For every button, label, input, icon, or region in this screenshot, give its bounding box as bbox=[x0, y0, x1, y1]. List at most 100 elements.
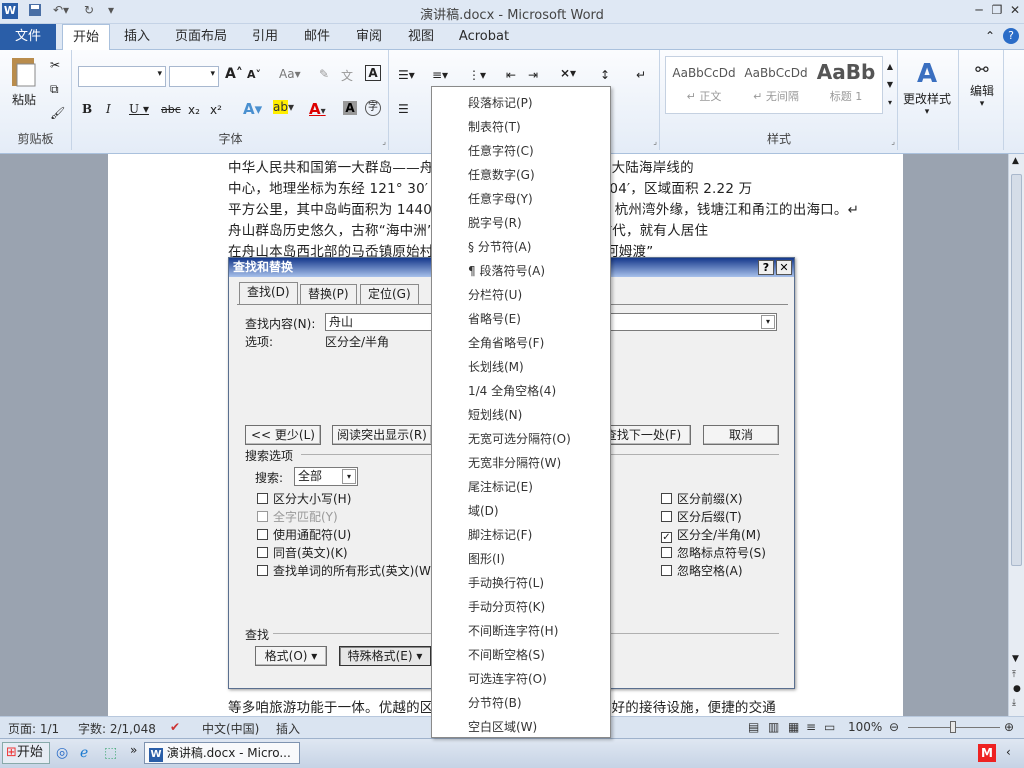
superscript-button[interactable]: x² bbox=[210, 103, 222, 117]
format-button[interactable]: 格式(O) ▾ bbox=[255, 646, 327, 666]
clear-format-icon[interactable]: ✎ bbox=[319, 67, 329, 81]
paragraph-dialog-launcher[interactable]: ⌟ bbox=[653, 137, 657, 146]
tab-file[interactable]: 文件 bbox=[0, 24, 56, 50]
less-button[interactable]: << 更少(L) bbox=[245, 425, 321, 445]
help-icon[interactable]: ? bbox=[1003, 28, 1019, 44]
special-menu-item[interactable]: ¶ 段落符号(A) bbox=[468, 262, 545, 279]
font-name-combo[interactable]: ▾ bbox=[78, 66, 166, 87]
tab-page-layout[interactable]: 页面布局 bbox=[170, 24, 232, 50]
quicklaunch-icon[interactable]: ◎ bbox=[56, 745, 68, 761]
restore-button[interactable]: ❐ bbox=[988, 2, 1006, 18]
match-prefix-checkbox[interactable]: 区分前缀(X) bbox=[661, 490, 743, 507]
special-menu-item[interactable]: 可选连字符(O) bbox=[468, 670, 547, 687]
special-menu-item[interactable]: 尾注标记(E) bbox=[468, 478, 533, 495]
char-shading-button[interactable]: A bbox=[343, 101, 357, 115]
tab-acrobat[interactable]: Acrobat bbox=[452, 24, 516, 50]
chinese-layout-icon[interactable]: ⨯▾ bbox=[560, 66, 576, 80]
special-menu-item[interactable]: 脚注标记(F) bbox=[468, 526, 532, 543]
special-menu-item[interactable]: 空白区域(W) bbox=[468, 718, 537, 735]
zoom-level[interactable]: 100% bbox=[848, 720, 882, 734]
browse-object-icon[interactable]: ● bbox=[1013, 684, 1021, 694]
ignore-punctuation-checkbox[interactable]: 忽略标点符号(S) bbox=[661, 544, 766, 561]
tab-insert[interactable]: 插入 bbox=[116, 24, 158, 50]
dialog-close-button[interactable]: ✕ bbox=[776, 260, 792, 275]
insert-mode[interactable]: 插入 bbox=[276, 720, 300, 737]
word-count[interactable]: 字数: 2/1,048 bbox=[78, 720, 156, 737]
match-case-checkbox[interactable]: 区分大小写(H) bbox=[257, 490, 351, 507]
font-dialog-launcher[interactable]: ⌟ bbox=[382, 137, 386, 146]
outline-icon[interactable]: ≡ bbox=[806, 720, 816, 734]
sort-icon[interactable]: ↕ bbox=[600, 68, 610, 82]
font-size-combo[interactable]: ▾ bbox=[169, 66, 219, 87]
special-menu-item[interactable]: 省略号(E) bbox=[468, 310, 521, 327]
vertical-scrollbar[interactable]: ▲ ▼ ⤒ ● ⤓ bbox=[1008, 154, 1024, 716]
paste-button[interactable]: 粘贴 bbox=[6, 54, 42, 114]
whole-word-checkbox[interactable]: 全字匹配(Y) bbox=[257, 508, 338, 525]
full-screen-icon[interactable]: ▥ bbox=[768, 720, 779, 734]
tab-home[interactable]: 开始 bbox=[62, 24, 110, 51]
tab-mailings[interactable]: 邮件 bbox=[296, 24, 338, 50]
cut-icon[interactable]: ✂ bbox=[50, 58, 60, 72]
next-page-icon[interactable]: ⤓ bbox=[1012, 698, 1016, 708]
special-menu-item[interactable]: 无宽非分隔符(W) bbox=[468, 454, 561, 471]
match-width-checkbox[interactable]: ✓ 区分全/半角(M) bbox=[661, 526, 761, 543]
ignore-space-checkbox[interactable]: 忽略空格(A) bbox=[661, 562, 743, 579]
special-menu-item[interactable]: 任意字符(C) bbox=[468, 142, 534, 159]
special-menu-item[interactable]: 分节符(B) bbox=[468, 694, 522, 711]
cancel-button[interactable]: 取消 bbox=[703, 425, 779, 445]
quicklaunch-icon-2[interactable]: ⬚ bbox=[104, 745, 117, 761]
multilevel-icon[interactable]: ⋮▾ bbox=[468, 68, 486, 82]
tab-view[interactable]: 视图 bbox=[400, 24, 442, 50]
special-menu-item[interactable]: 手动分页符(K) bbox=[468, 598, 545, 615]
special-menu-item[interactable]: 手动换行符(L) bbox=[468, 574, 544, 591]
styles-scroll-icon[interactable]: ▲ ▼ ▾ bbox=[885, 58, 895, 112]
special-menu-item[interactable]: 全角省略号(F) bbox=[468, 334, 544, 351]
special-menu-item[interactable]: 制表符(T) bbox=[468, 118, 521, 135]
char-border-button[interactable]: A bbox=[365, 65, 381, 81]
change-styles-button[interactable]: A 更改样式 ▾ bbox=[900, 58, 954, 117]
tab-replace[interactable]: 替换(P) bbox=[300, 284, 357, 304]
styles-dialog-launcher[interactable]: ⌟ bbox=[891, 137, 895, 146]
tab-find[interactable]: 查找(D) bbox=[239, 282, 298, 305]
scroll-down-icon[interactable]: ▼ bbox=[1012, 654, 1019, 664]
search-direction-dropdown-icon[interactable]: ▾ bbox=[342, 469, 356, 484]
align-left-icon[interactable]: ☰ bbox=[398, 102, 409, 116]
draft-icon[interactable]: ▭ bbox=[824, 720, 835, 734]
font-color-button[interactable]: A▾ bbox=[309, 100, 326, 118]
tab-goto[interactable]: 定位(G) bbox=[360, 284, 419, 304]
increase-indent-icon[interactable]: ⇥ bbox=[528, 68, 538, 82]
special-menu-item[interactable]: 长划线(M) bbox=[468, 358, 524, 375]
taskbar-word-window[interactable]: W 演讲稿.docx - Micro... bbox=[144, 742, 300, 764]
style-normal[interactable]: AaBbCcDd ↵ 正文 bbox=[669, 58, 739, 112]
phonetic-guide-icon[interactable]: 文 bbox=[341, 67, 353, 84]
special-menu-item[interactable]: 脱字号(R) bbox=[468, 214, 522, 231]
reading-highlight-button[interactable]: 阅读突出显示(R) bbox=[332, 425, 432, 445]
special-menu-item[interactable]: 无宽可选分隔符(O) bbox=[468, 430, 571, 447]
tab-references[interactable]: 引用 bbox=[244, 24, 286, 50]
sounds-like-checkbox[interactable]: 同音(英文)(K) bbox=[257, 544, 348, 561]
style-no-spacing[interactable]: AaBbCcDd ↵ 无间隔 bbox=[741, 58, 811, 112]
grow-font-button[interactable]: A˄ bbox=[225, 66, 243, 82]
web-layout-icon[interactable]: ▦ bbox=[788, 720, 799, 734]
decrease-indent-icon[interactable]: ⇤ bbox=[506, 68, 516, 82]
scroll-up-icon[interactable]: ▲ bbox=[1012, 156, 1019, 166]
special-menu-item[interactable]: 段落标记(P) bbox=[468, 94, 533, 111]
ie-icon[interactable]: ℯ bbox=[80, 745, 88, 761]
dialog-help-button[interactable]: ? bbox=[758, 260, 774, 275]
underline-button[interactable]: U ▾ bbox=[129, 102, 149, 116]
show-marks-icon[interactable]: ↵ bbox=[636, 68, 646, 82]
numbering-icon[interactable]: ≡▾ bbox=[432, 68, 448, 82]
find-history-dropdown-icon[interactable]: ▾ bbox=[761, 315, 775, 329]
ribbon-minimize-icon[interactable]: ⌃ bbox=[985, 29, 995, 43]
shrink-font-button[interactable]: A˅ bbox=[247, 68, 261, 81]
copy-icon[interactable]: ⧉ bbox=[50, 82, 59, 97]
bold-button[interactable]: B bbox=[82, 102, 92, 116]
special-menu-item[interactable]: 图形(I) bbox=[468, 550, 505, 567]
special-menu-item[interactable]: 任意数字(G) bbox=[468, 166, 535, 183]
change-case-button[interactable]: Aa▾ bbox=[279, 67, 301, 81]
all-word-forms-checkbox[interactable]: 查找单词的所有形式(英文)(W) bbox=[257, 562, 436, 579]
match-suffix-checkbox[interactable]: 区分后缀(T) bbox=[661, 508, 742, 525]
italic-button[interactable]: I bbox=[106, 102, 111, 116]
special-menu-item[interactable]: 域(D) bbox=[468, 502, 499, 519]
close-button[interactable]: ✕ bbox=[1006, 2, 1024, 18]
